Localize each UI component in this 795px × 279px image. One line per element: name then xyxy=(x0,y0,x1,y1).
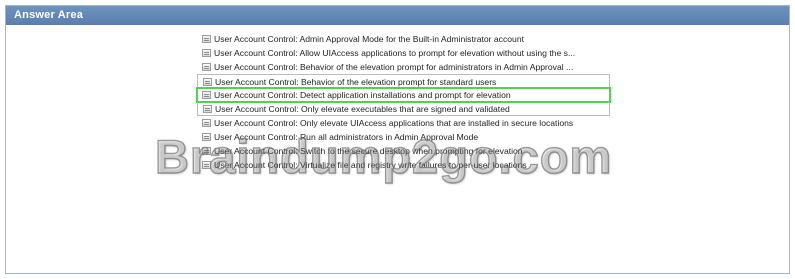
policy-item-secure-desktop[interactable]: User Account Control: Switch to the secu… xyxy=(197,144,617,158)
policy-label: User Account Control: Run all administra… xyxy=(214,132,479,142)
policy-icon xyxy=(202,63,211,71)
panel-title: Answer Area xyxy=(6,6,789,25)
policy-label: User Account Control: Switch to the secu… xyxy=(214,146,523,156)
policy-label: User Account Control: Only elevate execu… xyxy=(215,104,510,114)
policy-label: User Account Control: Detect application… xyxy=(214,90,511,100)
policy-label: User Account Control: Admin Approval Mod… xyxy=(214,34,525,44)
policy-item-detect-installations[interactable]: User Account Control: Detect application… xyxy=(196,87,611,103)
policy-item-behavior-standard-users[interactable]: User Account Control: Behavior of the el… xyxy=(197,74,610,88)
policy-icon xyxy=(202,161,211,169)
policy-list: User Account Control: Admin Approval Mod… xyxy=(196,32,617,172)
policy-icon xyxy=(202,35,211,43)
answer-area-panel: Answer Area User Account Control: Admin … xyxy=(5,5,790,274)
policy-item-uiaccess-secure-locations[interactable]: User Account Control: Only elevate UIAcc… xyxy=(197,116,617,130)
policy-label: User Account Control: Behavior of the el… xyxy=(214,62,574,72)
policy-icon xyxy=(202,49,211,57)
policy-label: User Account Control: Virtualize file an… xyxy=(214,160,527,170)
policy-icon xyxy=(203,78,212,86)
policy-icon xyxy=(202,147,211,155)
policy-label: User Account Control: Only elevate UIAcc… xyxy=(214,118,574,128)
policy-label: User Account Control: Behavior of the el… xyxy=(215,77,497,87)
policy-icon xyxy=(202,91,211,99)
policy-icon xyxy=(203,105,212,113)
policy-item-run-admins-approval-mode[interactable]: User Account Control: Run all administra… xyxy=(197,130,617,144)
policy-item-virtualize-failures[interactable]: User Account Control: Virtualize file an… xyxy=(197,158,617,172)
policy-item-admin-approval-builtin[interactable]: User Account Control: Admin Approval Mod… xyxy=(197,32,617,46)
policy-label: User Account Control: Allow UIAccess app… xyxy=(214,48,576,58)
policy-item-allow-uiaccess-prompt[interactable]: User Account Control: Allow UIAccess app… xyxy=(197,46,617,60)
policy-icon xyxy=(202,133,211,141)
policy-item-behavior-admins[interactable]: User Account Control: Behavior of the el… xyxy=(197,60,617,74)
panel-body: User Account Control: Admin Approval Mod… xyxy=(7,25,788,272)
policy-icon xyxy=(202,119,211,127)
policy-item-only-signed-executables[interactable]: User Account Control: Only elevate execu… xyxy=(197,102,610,116)
